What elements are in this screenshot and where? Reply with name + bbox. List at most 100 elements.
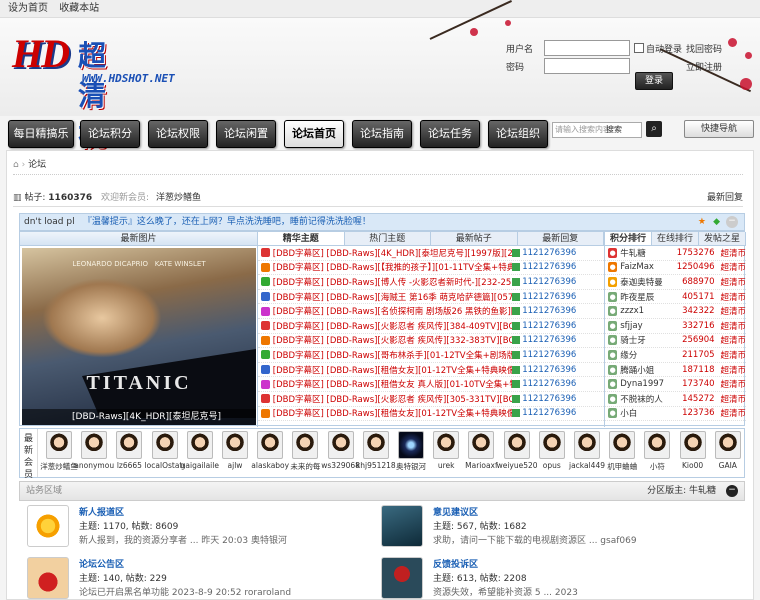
thread-title[interactable]: [DBD字幕区] [DBD-Raws][4K_HDR][泰坦尼克号][1997版… [273, 247, 513, 259]
member-name[interactable]: opus [532, 461, 572, 470]
collapse-icon[interactable]: − [726, 216, 738, 228]
rank-user[interactable]: 缘分 [620, 349, 675, 361]
member-item[interactable]: Marioaxf [464, 431, 498, 470]
thread-author[interactable]: 1121276396 [522, 365, 604, 375]
bookmark-link[interactable]: 收藏本站 [59, 3, 99, 14]
section-title[interactable]: 站务区域 [20, 486, 62, 496]
nav-item[interactable]: 论坛组织 [488, 120, 548, 148]
collapse-icon[interactable]: − [726, 485, 738, 497]
thread-title[interactable]: [DBD字幕区] [DBD-Raws][租借女友][01-12TV全集+特典映像… [273, 407, 513, 419]
thread-author[interactable]: 1121276396 [522, 335, 604, 345]
forum-last-post[interactable]: 资源失效，希望能补资源 5 ... 2023 [433, 585, 578, 598]
member-item[interactable]: 小符 [640, 431, 674, 472]
member-name[interactable]: weiyue520 [497, 461, 537, 470]
avatar[interactable] [468, 431, 495, 459]
rank-row[interactable]: ● 泰迦奥特曼 688970 超清币 [605, 275, 746, 290]
avatar[interactable] [714, 431, 741, 459]
rank-user[interactable]: 昨夜星辰 [620, 291, 675, 303]
username-input[interactable] [544, 40, 630, 56]
nav-item-active[interactable]: 论坛首页 [284, 120, 344, 148]
thread-row[interactable]: [DBD字幕区] [DBD-Raws][火影忍者 疾风传][384-409TV]… [258, 319, 604, 334]
avatar[interactable] [327, 431, 354, 459]
thread-title[interactable]: [DBD字幕区] [DBD-Raws][火影忍者 疾风传][332-383TV]… [273, 334, 513, 346]
member-name[interactable]: khj951218 [356, 461, 396, 470]
member-item[interactable]: localOstate [145, 431, 185, 470]
register-link[interactable]: 立即注册 [686, 60, 722, 73]
movie-caption[interactable]: [DBD-Raws][4K_HDR][泰坦尼克号] [22, 409, 256, 425]
tab-new-replies[interactable]: 最新回复 [518, 232, 604, 245]
avatar[interactable] [81, 431, 108, 459]
rank-user[interactable]: sfjjay [620, 321, 675, 331]
forum-newbie[interactable]: 新人报道区 主题: 1170, 帖数: 8609 新人报到，我的资源分享者 ..… [27, 505, 327, 551]
thread-row[interactable]: [DBD字幕区] [DBD-Raws][哥布林杀手][01-12TV全集+剧场版… [258, 348, 604, 363]
home-icon[interactable]: ⌂ [13, 160, 19, 170]
avatar[interactable] [679, 431, 706, 459]
rank-row[interactable]: ● 缘分 211705 超清币 [605, 348, 746, 363]
avatar[interactable] [222, 431, 248, 459]
member-name[interactable]: gaigailaile [180, 461, 220, 470]
thread-title[interactable]: [DBD字幕区] [DBD-Raws][海贼王 第16季 萌克哈萨德篇][057… [273, 291, 513, 303]
rank-row[interactable]: ● FaizMax 1250496 超清币 [605, 261, 746, 276]
rank-user[interactable]: Dyna1997 [620, 379, 675, 389]
member-item[interactable]: ws329068 [321, 431, 360, 470]
thread-title[interactable]: [DBD字幕区] [DBD-Raws][租借女友][01-12TV全集+特典映像… [273, 364, 513, 376]
member-name[interactable]: 小符 [637, 461, 677, 472]
login-button[interactable]: 登录 [635, 72, 673, 90]
member-item[interactable]: ajlw [218, 431, 252, 470]
rank-user[interactable]: FaizMax [620, 262, 675, 272]
forum-name[interactable]: 反馈投诉区 [433, 557, 478, 570]
forum-name[interactable]: 新人报道区 [79, 505, 124, 518]
member-item[interactable]: jackal449 [569, 431, 605, 470]
avatar[interactable] [398, 431, 424, 459]
member-item[interactable]: Kio00 [676, 431, 710, 470]
nav-item[interactable]: 论坛任务 [420, 120, 480, 148]
thread-title[interactable]: [DBD字幕区] [DBD-Raws][名侦探柯南 剧场版26 黑铁的鱼影][正… [273, 305, 513, 317]
latest-reply-link[interactable]: 最新回复 [707, 189, 743, 207]
forum-announcements[interactable]: 论坛公告区 主题: 140, 帖数: 229 论坛已开启黑名单功能 2023-8… [27, 557, 327, 600]
thread-row[interactable]: [DBD字幕区] [DBD-Raws][【我推的孩子】][01-11TV全集+特… [258, 261, 604, 276]
tab-new-posts[interactable]: 最新帖子 [431, 232, 518, 245]
member-name[interactable]: 奥特银河 [391, 461, 431, 472]
thread-author[interactable]: 1121276396 [522, 408, 604, 418]
forum-last-post[interactable]: 论坛已开启黑名单功能 2023-8-9 20:52 roraroland [79, 585, 291, 598]
avatar[interactable] [186, 431, 213, 459]
new-member-link[interactable]: 洋葱炒鳝鱼 [156, 193, 201, 203]
thread-title[interactable]: [DBD字幕区] [DBD-Raws][【我推的孩子】][01-11TV全集+特… [273, 261, 513, 273]
avatar[interactable] [574, 431, 600, 459]
tab-post-star[interactable]: 发帖之星 [699, 232, 746, 245]
avatar[interactable] [292, 431, 319, 459]
thread-author[interactable]: 1121276396 [522, 306, 604, 316]
rank-user[interactable]: 腾踊小姐 [620, 364, 675, 376]
nav-item[interactable]: 论坛闲置 [216, 120, 276, 148]
star-icon[interactable]: ★ [698, 214, 706, 230]
search-icon[interactable]: ⌕ [646, 121, 662, 137]
rank-row[interactable]: ● 不脱袜的人 145272 超清币 [605, 392, 746, 407]
forum-feedback[interactable]: 意见建议区 主题: 567, 帖数: 1682 求助，请问一下能下载的电视剧资源… [381, 505, 741, 551]
thread-title[interactable]: [DBD字幕区] [DBD-Raws][租借女友 真人版][01-10TV全集+… [273, 378, 513, 390]
avatar[interactable] [151, 431, 178, 459]
member-name[interactable]: ajlw [215, 461, 255, 470]
member-name[interactable]: Kio00 [673, 461, 713, 470]
member-item[interactable]: 机甲蛐蛐 [605, 431, 639, 472]
thread-author[interactable]: 1121276396 [522, 350, 604, 360]
thread-row[interactable]: [DBD字幕区] [DBD-Raws][火影忍者 疾风传][305-331TV]… [258, 392, 604, 407]
avatar[interactable] [609, 431, 636, 459]
rank-row[interactable]: ● 牛轧糖 1753276 超清币 [605, 246, 746, 261]
member-name[interactable]: GAIA [708, 461, 748, 470]
member-item[interactable]: opus [535, 431, 569, 470]
thread-title[interactable]: [DBD字幕区] [DBD-Raws][博人传 -火影忍者新时代-][232-2… [273, 276, 513, 288]
set-home-link[interactable]: 设为首页 [8, 3, 48, 14]
avatar[interactable] [538, 431, 565, 459]
thread-row[interactable]: [DBD字幕区] [DBD-Raws][博人传 -火影忍者新时代-][232-2… [258, 275, 604, 290]
member-name[interactable]: 未来的每 [285, 461, 325, 472]
member-name[interactable]: lz6665 [109, 461, 149, 470]
rank-row[interactable]: ● 小白 123736 超清币 [605, 407, 746, 422]
member-item[interactable]: GAIA [711, 431, 745, 470]
thread-author[interactable]: 1121276396 [522, 277, 604, 287]
password-input[interactable] [544, 58, 630, 74]
thread-title[interactable]: [DBD字幕区] [DBD-Raws][火影忍者 疾风传][305-331TV]… [273, 393, 513, 405]
avatar[interactable] [257, 431, 284, 459]
member-name[interactable]: urek [426, 461, 466, 470]
site-logo[interactable]: HD 超清视界 WWW.HDSHOT.NET [12, 30, 175, 191]
forum-name[interactable]: 论坛公告区 [79, 557, 124, 570]
